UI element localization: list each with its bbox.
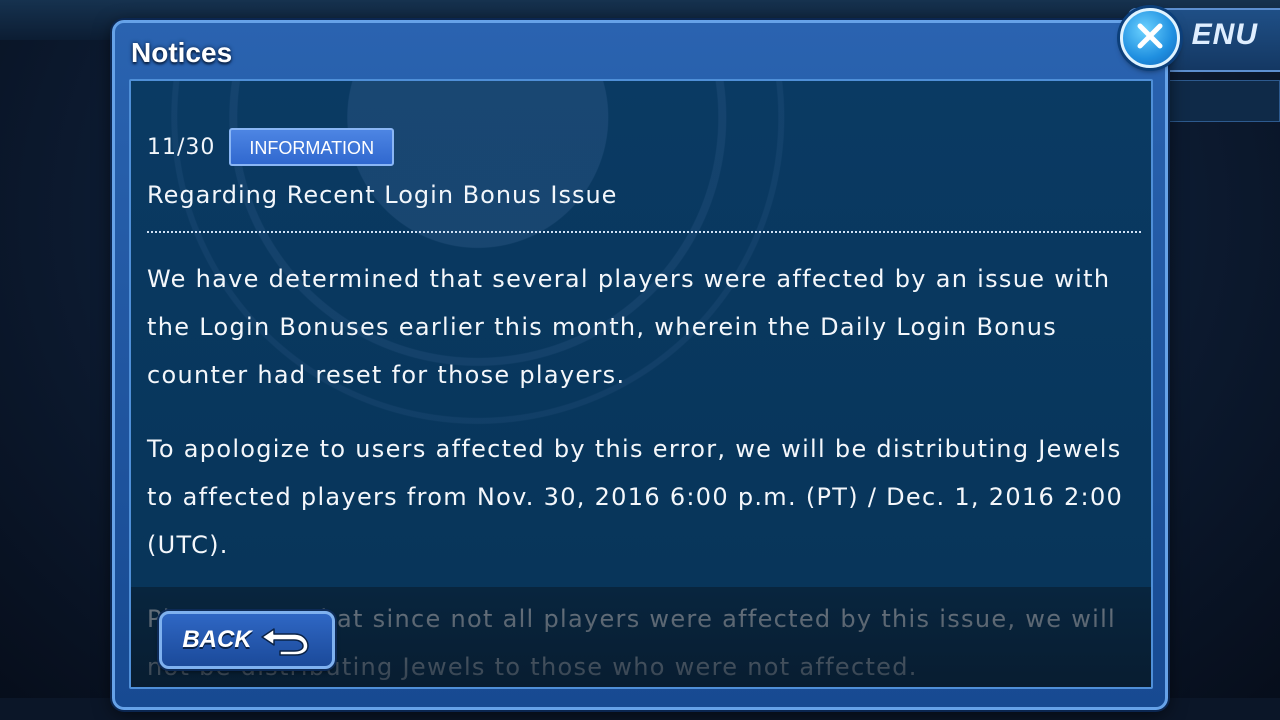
notice-scroll-area[interactable]: 11/30 INFORMATION Regarding Recent Login… bbox=[131, 81, 1151, 687]
notice-paragraph: To apologize to users affected by this e… bbox=[147, 435, 1124, 559]
dialog-title: Notices bbox=[131, 37, 233, 68]
background-menu-label: ENU bbox=[1191, 18, 1258, 51]
notice-header: 11/30 INFORMATION bbox=[147, 127, 1137, 167]
back-button-label: BACK bbox=[182, 626, 252, 653]
category-badge: INFORMATION bbox=[229, 128, 395, 166]
notices-dialog: Notices 11/30 INFORMATION Regarding Rece… bbox=[112, 20, 1168, 710]
return-arrow-icon bbox=[260, 623, 312, 657]
notice-date: 11/30 bbox=[147, 134, 216, 160]
notice-headline: Regarding Recent Login Bonus Issue bbox=[147, 181, 618, 209]
back-button[interactable]: BACK bbox=[159, 611, 335, 669]
close-icon bbox=[1135, 21, 1165, 55]
notice-paragraph: We have determined that several players … bbox=[147, 265, 1111, 389]
close-button[interactable] bbox=[1120, 8, 1180, 68]
game-screen: ENU Notices 11/30 INFORMATION Regarding … bbox=[0, 0, 1280, 720]
notice-content-panel[interactable]: 11/30 INFORMATION Regarding Recent Login… bbox=[129, 79, 1153, 689]
dotted-divider bbox=[147, 231, 1141, 233]
background-side-panel bbox=[1158, 80, 1280, 122]
